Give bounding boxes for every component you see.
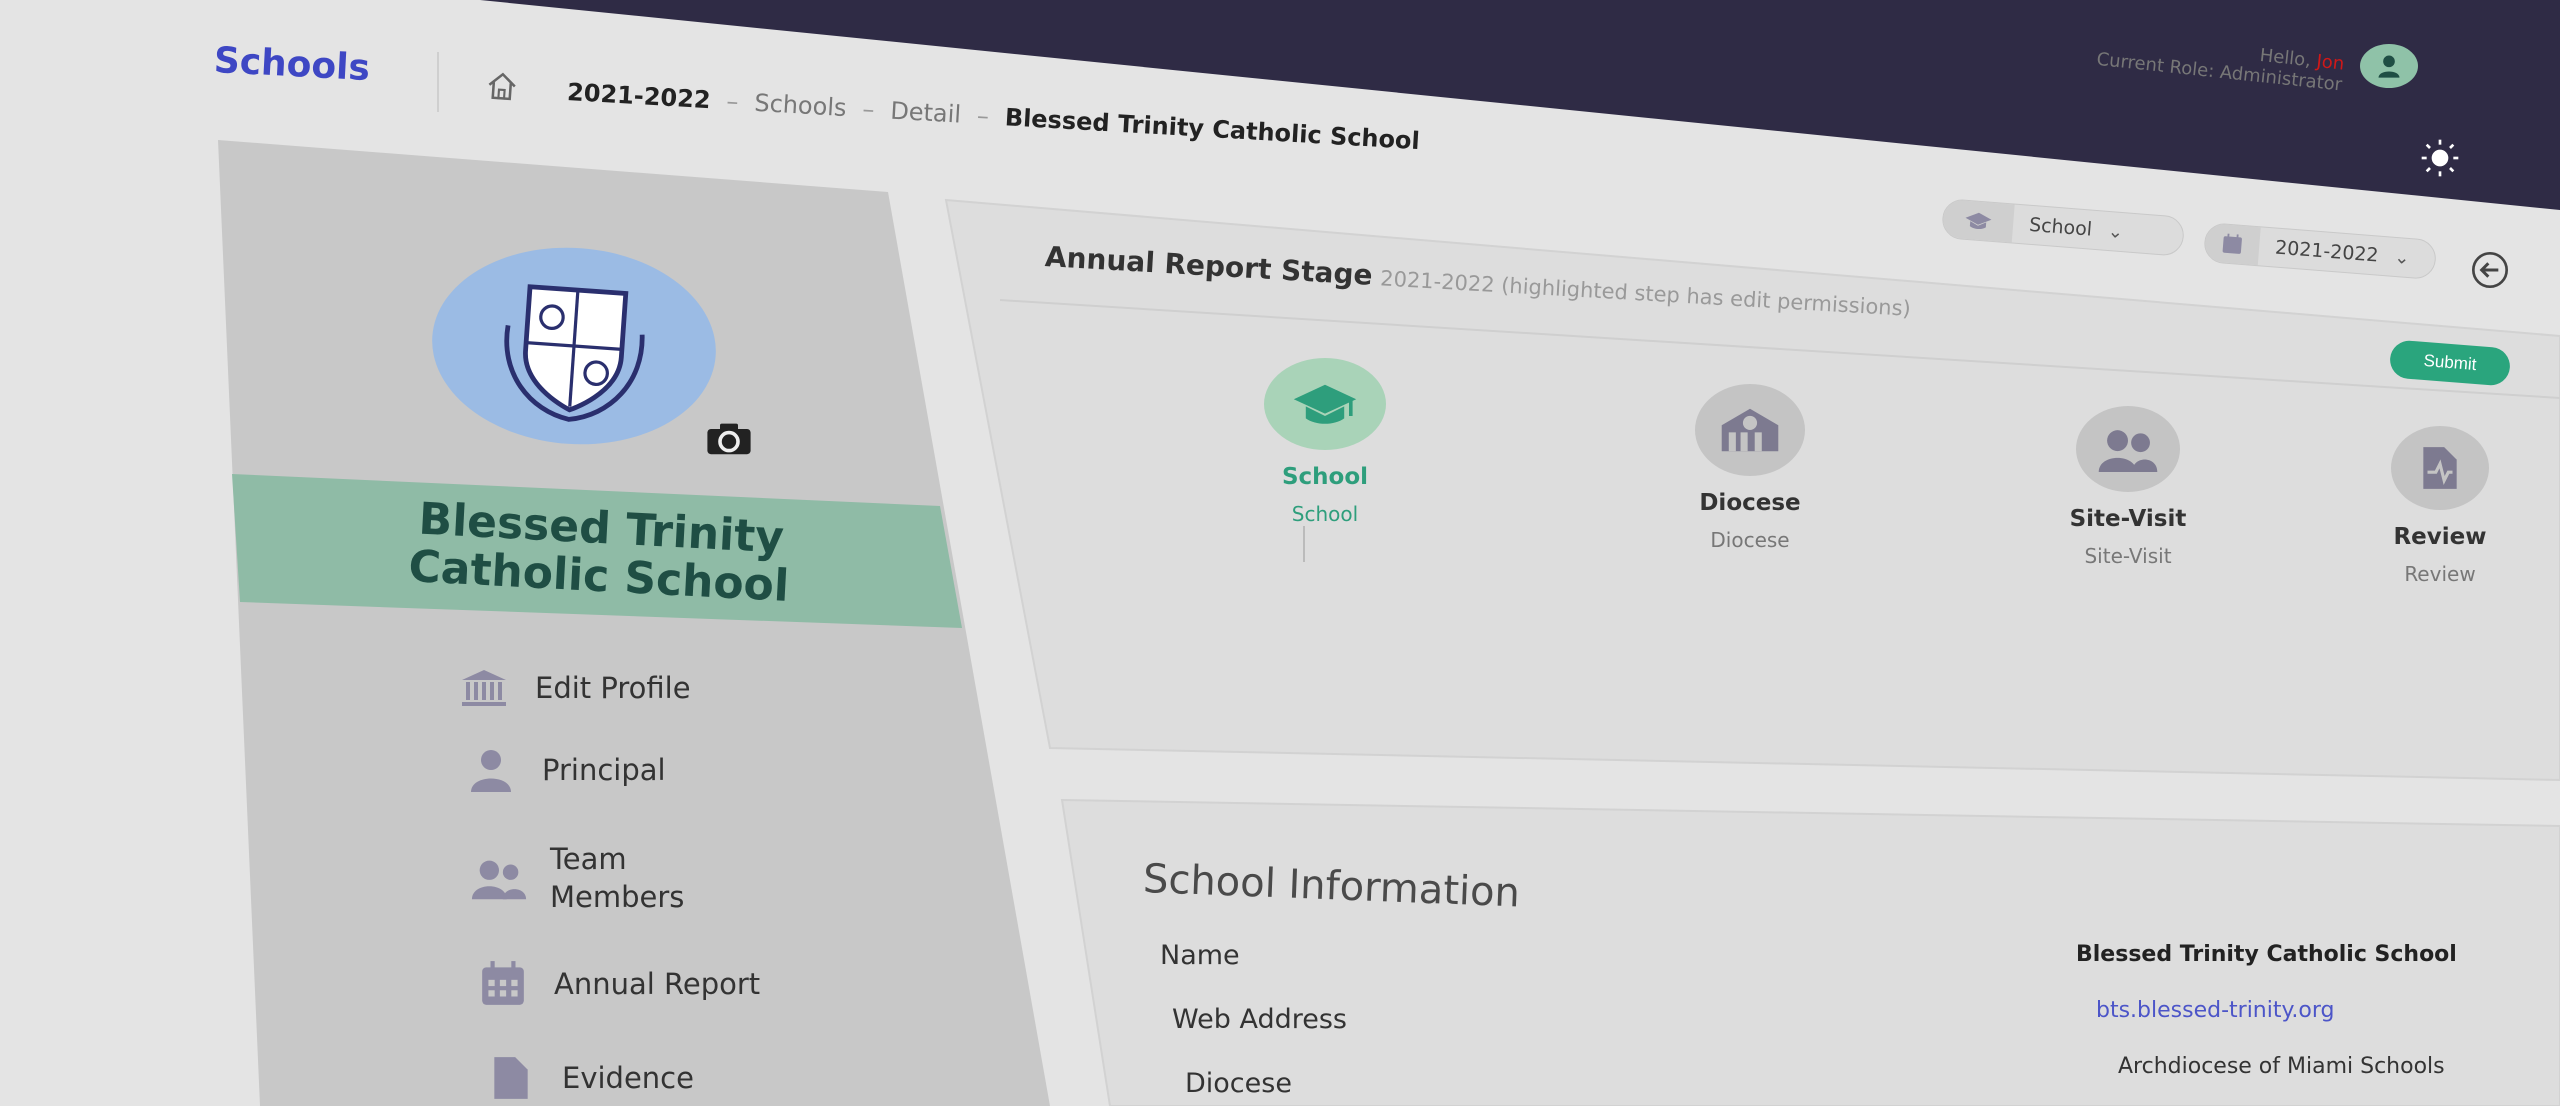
menu-principal[interactable]: Principal bbox=[462, 748, 666, 792]
type-filter-value: School bbox=[2028, 213, 2093, 241]
text-cursor bbox=[1303, 526, 1305, 562]
menu-label: Principal bbox=[542, 753, 666, 787]
home-icon[interactable] bbox=[484, 69, 520, 105]
theme-toggle-icon[interactable] bbox=[2420, 138, 2460, 178]
group-icon bbox=[2076, 406, 2180, 492]
user-name: Jon bbox=[2315, 50, 2346, 75]
camera-icon[interactable] bbox=[704, 420, 754, 456]
chevron-down-icon: ⌄ bbox=[2107, 220, 2124, 243]
group-icon bbox=[470, 856, 528, 900]
menu-label: Team Members bbox=[550, 842, 685, 914]
step-label: Site-Visit bbox=[2069, 506, 2187, 532]
chevron-down-icon: ⌄ bbox=[2393, 246, 2411, 269]
person-icon bbox=[462, 748, 520, 792]
info-value-name: Blessed Trinity Catholic School bbox=[2076, 942, 2457, 967]
avatar[interactable] bbox=[2360, 44, 2418, 88]
step-sublabel: Diocese bbox=[1710, 528, 1790, 552]
calendar-icon bbox=[474, 961, 532, 1006]
breadcrumb-detail[interactable]: Detail bbox=[890, 97, 962, 129]
back-arrow-icon[interactable] bbox=[2470, 250, 2510, 290]
step-diocese[interactable]: Diocese Diocese bbox=[1655, 384, 1845, 552]
graduation-cap-icon bbox=[1941, 199, 2015, 243]
menu-annual-report[interactable]: Annual Report bbox=[474, 961, 761, 1006]
document-icon bbox=[482, 1056, 540, 1100]
step-sublabel: Site-Visit bbox=[2084, 544, 2172, 568]
step-school[interactable]: School School bbox=[1225, 358, 1425, 526]
user-icon bbox=[2378, 55, 2400, 78]
bank-icon bbox=[455, 666, 513, 710]
church-icon bbox=[1695, 384, 1805, 476]
step-sublabel: Review bbox=[2404, 562, 2476, 586]
info-value-diocese: Archdiocese of Miami Schools bbox=[2118, 1054, 2445, 1079]
menu-label: Edit Profile bbox=[535, 671, 691, 705]
menu-label: Annual Report bbox=[554, 967, 761, 1001]
info-key-web-address: Web Address bbox=[1172, 1004, 1347, 1035]
graduation-cap-icon bbox=[1264, 358, 1386, 450]
step-label: Diocese bbox=[1699, 490, 1801, 516]
menu-label: Evidence bbox=[562, 1061, 694, 1095]
info-key-name: Name bbox=[1160, 940, 1240, 971]
info-key-diocese: Diocese bbox=[1185, 1068, 1292, 1099]
year-filter-value: 2021-2022 bbox=[2274, 236, 2380, 267]
step-site-visit[interactable]: Site-Visit Site-Visit bbox=[2028, 406, 2228, 568]
step-label: Review bbox=[2393, 524, 2487, 550]
step-sublabel: School bbox=[1291, 502, 1359, 526]
app-brand[interactable]: Schools bbox=[213, 40, 371, 89]
step-label: School bbox=[1281, 464, 1369, 490]
breadcrumb-schools[interactable]: Schools bbox=[754, 89, 848, 122]
calendar-icon bbox=[2203, 223, 2261, 266]
info-value-web-address[interactable]: bts.blessed-trinity.org bbox=[2096, 998, 2334, 1023]
menu-edit-profile[interactable]: Edit Profile bbox=[455, 666, 691, 710]
menu-evidence[interactable]: Evidence bbox=[482, 1056, 694, 1100]
step-review[interactable]: Review Review bbox=[2340, 426, 2540, 586]
review-document-icon bbox=[2391, 426, 2489, 510]
menu-team-members[interactable]: Team Members bbox=[470, 840, 810, 916]
header-divider bbox=[437, 52, 439, 112]
